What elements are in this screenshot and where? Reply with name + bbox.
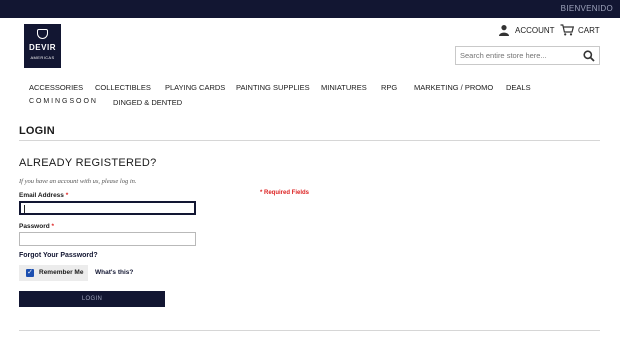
login-hint: If you have an account with us, please l… [19, 178, 137, 185]
remember-me-toggle[interactable]: ✓ Remember Me [19, 265, 88, 281]
logo-subtitle: AMERICAS [30, 55, 55, 60]
logo-brand: DEVIR [29, 43, 56, 52]
nav-item-marketing-promo[interactable]: MARKETING / PROMO [414, 83, 493, 92]
account-label: ACCOUNT [515, 25, 555, 35]
section-title: ALREADY REGISTERED? [19, 157, 157, 169]
checkmark-icon: ✓ [27, 269, 33, 276]
nav-item-rpg[interactable]: RPG [381, 83, 397, 92]
user-icon [499, 25, 509, 36]
remember-me-label: Remember Me [39, 269, 84, 276]
email-label: Email Address * [19, 192, 69, 199]
divider [19, 140, 600, 141]
account-link[interactable]: ACCOUNT [498, 24, 555, 36]
email-field[interactable] [19, 201, 196, 215]
nav-item-miniatures[interactable]: MINIATURES [321, 83, 367, 92]
search-input[interactable] [460, 49, 580, 62]
whats-this-link[interactable]: What's this? [95, 269, 133, 276]
nav-item-coming-soon[interactable]: C O M I N G S O O N [29, 98, 96, 105]
password-field[interactable] [19, 232, 196, 246]
bottom-divider [19, 330, 600, 331]
devir-logo[interactable]: DEVIR AMERICAS [24, 24, 61, 68]
required-mark: * [65, 192, 69, 199]
nav-item-dinged-dented[interactable]: DINGED & DENTED [113, 98, 182, 107]
text-caret [24, 205, 25, 213]
logo-emblem-icon [37, 29, 48, 39]
search-icon[interactable] [583, 50, 595, 62]
required-fields-note: * Required Fields [260, 190, 310, 196]
cart-link[interactable]: CART [560, 24, 600, 36]
page-title: LOGIN [19, 125, 55, 137]
nav-item-collectibles[interactable]: COLLECTIBLES [95, 83, 151, 92]
password-label: Password * [19, 223, 55, 230]
remember-me-checkbox[interactable]: ✓ [26, 269, 34, 277]
search-box [455, 46, 600, 65]
nav-item-deals[interactable]: DEALS [506, 83, 531, 92]
cart-icon [560, 24, 574, 36]
nav-item-painting-supplies[interactable]: PAINTING SUPPLIES [236, 83, 310, 92]
cart-label: CART [578, 25, 600, 35]
nav-item-playing-cards[interactable]: PLAYING CARDS [165, 83, 225, 92]
login-button[interactable]: LOGIN [19, 291, 165, 307]
required-mark: * [51, 223, 55, 230]
forgot-password-link[interactable]: Forgot Your Password? [19, 252, 98, 259]
nav-item-accessories[interactable]: ACCESSORIES [29, 83, 83, 92]
welcome-text: BIENVENIDO [560, 4, 613, 13]
top-bar: BIENVENIDO [0, 0, 620, 18]
